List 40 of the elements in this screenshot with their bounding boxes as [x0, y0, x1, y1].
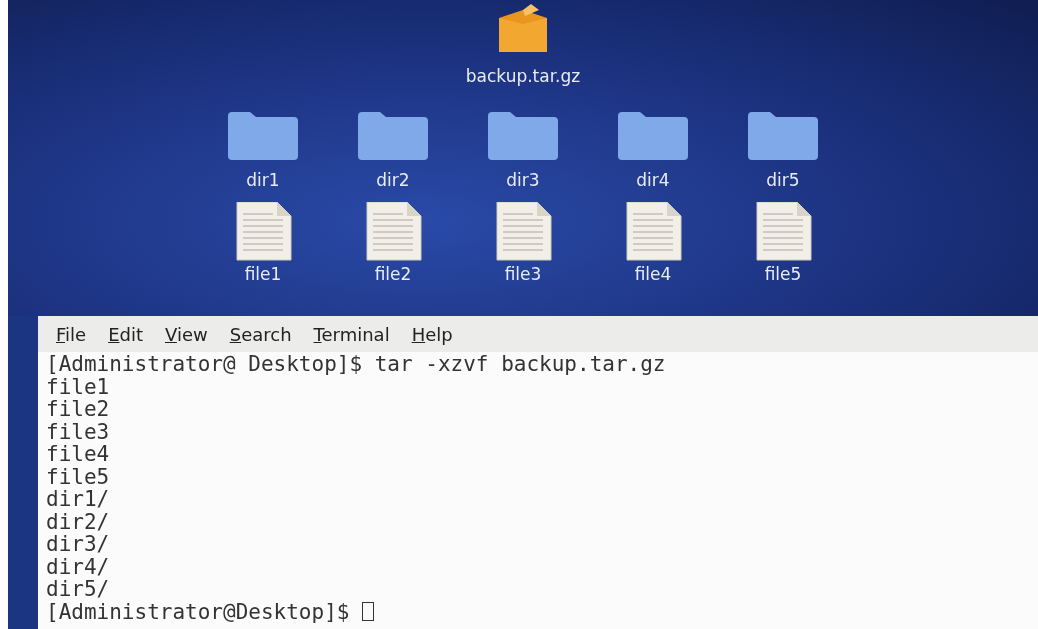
menu-item[interactable]: Search: [229, 324, 292, 346]
folder-icon: [618, 112, 688, 160]
document-icon: [363, 202, 423, 262]
menu-item[interactable]: View: [165, 324, 208, 346]
icon-label[interactable]: dir2: [376, 170, 410, 190]
icon-label[interactable]: dir3: [506, 170, 540, 190]
icon-label[interactable]: file4: [634, 264, 672, 284]
document-icon: [623, 202, 683, 262]
terminal-line: dir4/: [46, 555, 110, 578]
document-icon: [233, 202, 293, 262]
folder-icon: [228, 112, 298, 160]
document-icon: [753, 202, 813, 262]
terminal-line: file2: [46, 398, 110, 421]
terminal-line: dir5/: [46, 578, 110, 601]
terminal-line: dir3/: [46, 533, 110, 556]
document-icon: [493, 202, 553, 262]
text-cursor: [362, 602, 375, 622]
terminal-line: file1: [46, 375, 110, 398]
terminal-line: file5: [46, 465, 110, 488]
terminal-line: file3: [46, 420, 110, 443]
icon-label[interactable]: file2: [374, 264, 412, 284]
terminal-line: dir1/: [46, 488, 110, 511]
folder-icon: [488, 112, 558, 160]
menu-item[interactable]: Edit: [108, 324, 143, 346]
terminal-line: file4: [46, 443, 110, 466]
terminal-line: [Administrator@ Desktop]$ tar -xzvf backup.tar.gz: [46, 353, 666, 376]
menu-item[interactable]: Terminal: [313, 324, 390, 346]
icon-label[interactable]: file3: [504, 264, 542, 284]
icon-label[interactable]: dir4: [636, 170, 670, 190]
menu-item[interactable]: Help: [411, 324, 453, 346]
menu-item[interactable]: File: [56, 324, 87, 346]
folder-icon: [748, 112, 818, 160]
icon-label[interactable]: dir5: [766, 170, 800, 190]
icon-label[interactable]: file1: [244, 264, 282, 284]
icon-label[interactable]: dir1: [246, 170, 280, 190]
terminal-prompt: [Administrator@Desktop]$: [46, 600, 351, 623]
terminal-line: dir2/: [46, 510, 110, 533]
icon-label[interactable]: backup.tar.gz: [465, 66, 581, 86]
icon-label[interactable]: file5: [764, 264, 802, 284]
folder-icon: [358, 112, 428, 160]
